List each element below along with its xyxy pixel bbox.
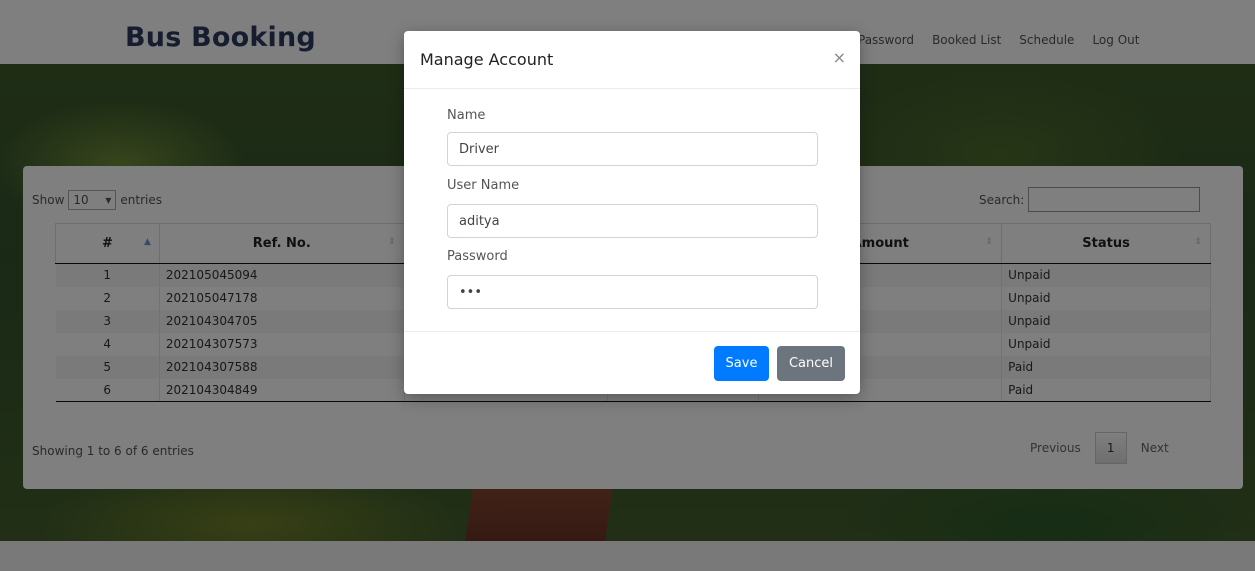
close-icon[interactable]: × [833,48,846,67]
password-label: Password [447,249,508,264]
password-field-value: ••• [459,284,483,300]
username-field-value: aditya [459,213,500,229]
name-label: Name [447,108,486,123]
modal-title: Manage Account [420,50,554,69]
cancel-button[interactable]: Cancel [777,346,845,381]
username-label: User Name [447,178,520,193]
save-button[interactable]: Save [714,346,769,381]
modal-header: Manage Account × [404,31,860,89]
manage-account-modal: Manage Account × Name Driver User Name a… [404,31,860,394]
password-field[interactable]: ••• [447,275,818,309]
name-field-value: Driver [459,141,500,157]
name-field[interactable]: Driver [447,132,818,166]
username-field[interactable]: aditya [447,204,818,238]
